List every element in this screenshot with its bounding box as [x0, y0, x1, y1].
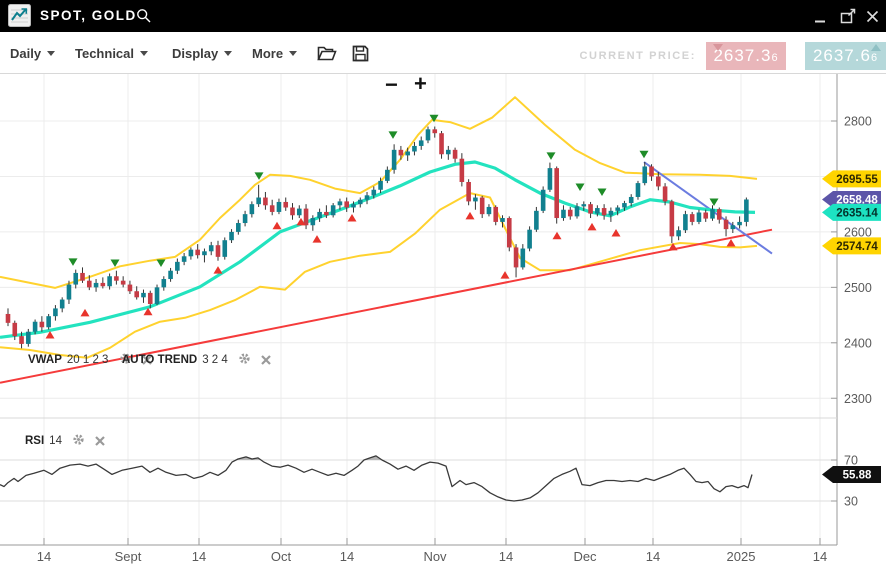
menu-more[interactable]: More: [252, 46, 297, 61]
open-file-icon[interactable]: [317, 45, 337, 62]
svg-text:55.88: 55.88: [843, 469, 872, 481]
svg-text:2695.55: 2695.55: [836, 174, 878, 186]
price-tags: 2695.552658.482635.142574.7455.88: [822, 170, 881, 483]
price-chart[interactable]: 2800 2600 2500 2400 2300 70 30 14 Sept 14 Oct 14 Nov…: [0, 74, 886, 568]
svg-text:2300: 2300: [844, 392, 872, 406]
chevron-down-icon: [47, 51, 55, 56]
svg-text:14: 14: [646, 549, 660, 564]
svg-text:14: 14: [192, 549, 206, 564]
popout-icon[interactable]: [840, 8, 857, 25]
title-bar: SPOT, GOLD: [0, 0, 886, 32]
trendlines[interactable]: [0, 162, 772, 383]
svg-text:2635.14: 2635.14: [836, 207, 878, 219]
search-icon[interactable]: [136, 8, 152, 24]
gridlines: [0, 74, 837, 545]
svg-text:14: 14: [340, 549, 354, 564]
application-window: SPOT, GOLD Daily Technical Display More: [0, 0, 886, 568]
gear-icon[interactable]: [238, 352, 251, 365]
svg-text:2800: 2800: [844, 115, 872, 129]
svg-text:Sept: Sept: [115, 549, 142, 564]
current-price-label: CURRENT PRICE:: [556, 50, 696, 62]
svg-text:Nov: Nov: [423, 549, 447, 564]
chevron-down-icon: [289, 51, 297, 56]
save-icon[interactable]: [352, 45, 369, 62]
svg-text:70: 70: [844, 454, 858, 468]
close-icon[interactable]: [866, 10, 879, 23]
symbol-title: SPOT, GOLD: [40, 8, 137, 23]
svg-text:2400: 2400: [844, 336, 872, 350]
autotrend-indicator-label: AUTO TREND3 2 4: [122, 352, 271, 366]
gear-icon[interactable]: [72, 433, 85, 446]
close-icon[interactable]: [261, 355, 271, 365]
chevron-down-icon: [140, 51, 148, 56]
rsi-plot: [0, 456, 752, 501]
svg-text:2574.74: 2574.74: [836, 241, 878, 253]
svg-text:14: 14: [37, 549, 51, 564]
bid-price-badge: 2637.36: [706, 42, 786, 70]
bollinger-bands: [0, 97, 757, 358]
menu-technical[interactable]: Technical: [75, 46, 148, 61]
svg-text:2025: 2025: [727, 549, 756, 564]
svg-text:14: 14: [813, 549, 827, 564]
svg-text:Oct: Oct: [271, 549, 292, 564]
chevron-down-icon: [224, 51, 232, 56]
svg-text:2600: 2600: [844, 225, 872, 239]
menu-timeframe[interactable]: Daily: [10, 46, 55, 61]
svg-text:14: 14: [499, 549, 513, 564]
svg-text:Dec: Dec: [573, 549, 597, 564]
axis-frame: [0, 74, 837, 545]
up-tick-icon: [871, 44, 881, 51]
menu-display[interactable]: Display: [172, 46, 232, 61]
toolbar: Daily Technical Display More − + CURRENT…: [0, 32, 886, 74]
svg-text:30: 30: [844, 495, 858, 509]
minimize-icon[interactable]: [814, 12, 826, 24]
axis-labels: 2800 2600 2500 2400 2300 70 30 14 Sept 14 Oct 14 Nov…: [37, 115, 872, 565]
ask-price-badge: 2637.66: [805, 42, 886, 70]
rsi-indicator-label: RSI14: [25, 433, 105, 447]
app-logo-icon: [8, 4, 31, 27]
close-icon[interactable]: [95, 436, 105, 446]
down-tick-icon: [713, 44, 723, 51]
svg-text:2500: 2500: [844, 281, 872, 295]
